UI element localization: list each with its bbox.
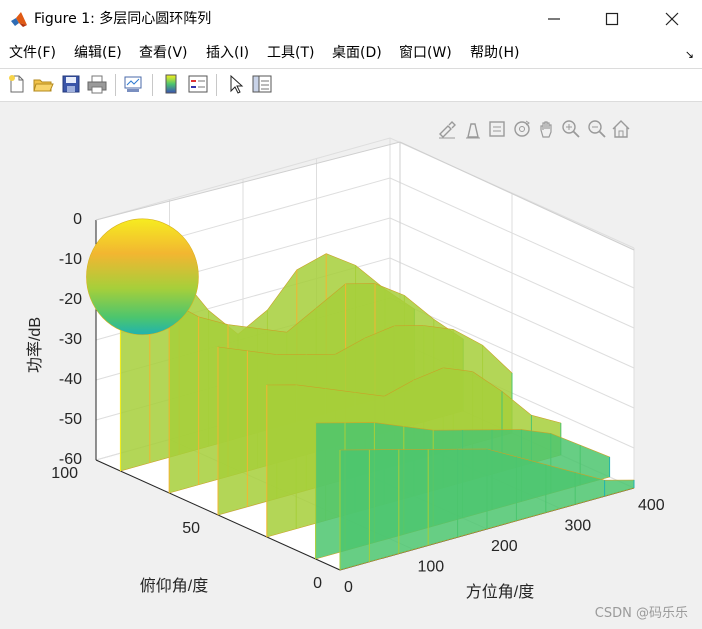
y-tick-label: 100 <box>51 465 78 482</box>
y-tick-label: 0 <box>313 575 322 592</box>
z-tick-label: 0 <box>73 211 82 228</box>
x-tick-label: 300 <box>565 518 592 535</box>
z-tick-label: -40 <box>59 371 82 388</box>
z-axis-label: 功率/dB <box>26 317 44 373</box>
x-tick-label: 400 <box>638 497 665 514</box>
z-tick-label: -20 <box>59 291 82 308</box>
home-icon[interactable] <box>610 118 632 140</box>
pan-icon[interactable] <box>536 118 558 140</box>
brush-icon[interactable] <box>436 118 458 140</box>
x-tick-label: 100 <box>418 559 445 576</box>
zoom-in-icon[interactable] <box>560 118 582 140</box>
data-tips-icon[interactable] <box>462 118 484 140</box>
y-tick-label: 50 <box>182 520 200 537</box>
rotate-3d-icon[interactable] <box>511 118 533 140</box>
x-axis-label: 方位角/度 <box>466 583 534 601</box>
y-axis-label: 俯仰角/度 <box>140 577 208 595</box>
x-tick-label: 200 <box>491 538 518 555</box>
x-tick-label: 0 <box>344 579 353 596</box>
z-tick-label: -10 <box>59 251 82 268</box>
z-tick-label: -50 <box>59 411 82 428</box>
surface-plot[interactable]: 0-10-20-30-40-50-600100200300400050100 功… <box>0 0 702 629</box>
main-lobe-peak <box>86 218 199 336</box>
watermark: CSDN @码乐乐 <box>594 606 688 621</box>
data-cursor-icon[interactable] <box>486 118 508 140</box>
z-tick-label: -30 <box>59 331 82 348</box>
axes-toolbar <box>436 118 636 140</box>
zoom-out-icon[interactable] <box>586 118 608 140</box>
